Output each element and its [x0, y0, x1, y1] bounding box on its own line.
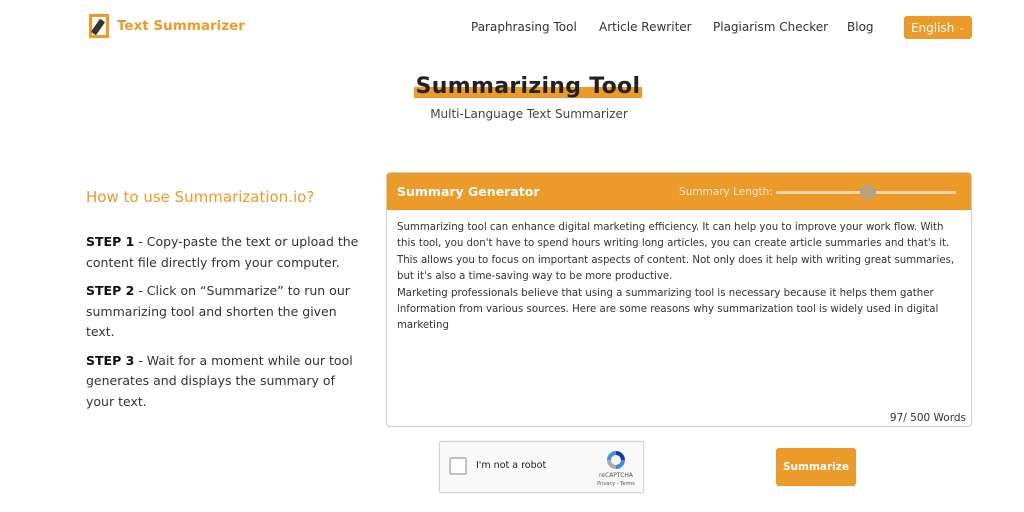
card-title: Summary Generator	[397, 184, 540, 199]
step-label: STEP 2	[86, 283, 135, 298]
nav-article-rewriter[interactable]: Article Rewriter	[599, 20, 692, 34]
logo-text: Text Summarizer	[117, 18, 245, 34]
step-label: STEP 3	[86, 352, 135, 368]
howto-heading: How to use Summarization.io?	[86, 188, 315, 206]
captcha-checkbox[interactable]	[449, 457, 467, 475]
input-textarea[interactable]: Summarizing tool can enhance digital mar…	[387, 210, 971, 345]
language-dropdown[interactable]: English ⌄	[904, 16, 972, 39]
recaptcha-brand: reCAPTCHA	[598, 472, 634, 479]
recaptcha-logo-icon	[607, 451, 625, 469]
summary-generator-card: Summary Generator Summary Length: Summar…	[386, 172, 972, 427]
slider-thumb[interactable]	[859, 184, 876, 200]
language-label: English	[910, 20, 955, 35]
howto-steps: STEP 1 - Copy-paste the text or upload t…	[86, 232, 366, 420]
nav-plagiarism-checker[interactable]: Plagiarism Checker	[713, 20, 828, 34]
summary-length-label: Summary Length:	[679, 186, 773, 198]
step-label: STEP 1	[86, 234, 135, 249]
recaptcha-widget: I'm not a robot reCAPTCHA Privacy - Term…	[439, 441, 644, 493]
page-title-text: Summarizing Tool	[415, 74, 641, 99]
page-subtitle: Multi-Language Text Summarizer	[430, 107, 628, 121]
summary-length-slider[interactable]	[776, 184, 956, 200]
hero: Summarizing Tool	[0, 74, 1024, 99]
summarize-button[interactable]: Summarize	[776, 448, 856, 486]
step-3: STEP 3 - Wait for a moment while our too…	[86, 351, 366, 413]
page-title: Summarizing Tool	[413, 74, 643, 99]
logo-pen-icon	[89, 14, 109, 38]
nav-paraphrasing-tool[interactable]: Paraphrasing Tool	[471, 20, 577, 34]
recaptcha-links[interactable]: Privacy - Terms	[588, 481, 644, 487]
captcha-label: I'm not a robot	[476, 460, 547, 471]
logo[interactable]: Text Summarizer	[89, 14, 245, 38]
step-2: STEP 2 - Click on “Summarize” to run our…	[86, 281, 366, 343]
word-count: 97/ 500 Words	[889, 412, 966, 424]
chevron-down-icon: ⌄	[958, 23, 966, 32]
nav-blog[interactable]: Blog	[847, 20, 874, 34]
step-1: STEP 1 - Copy-paste the text or upload t…	[86, 232, 366, 273]
card-header: Summary Generator Summary Length:	[387, 173, 971, 210]
